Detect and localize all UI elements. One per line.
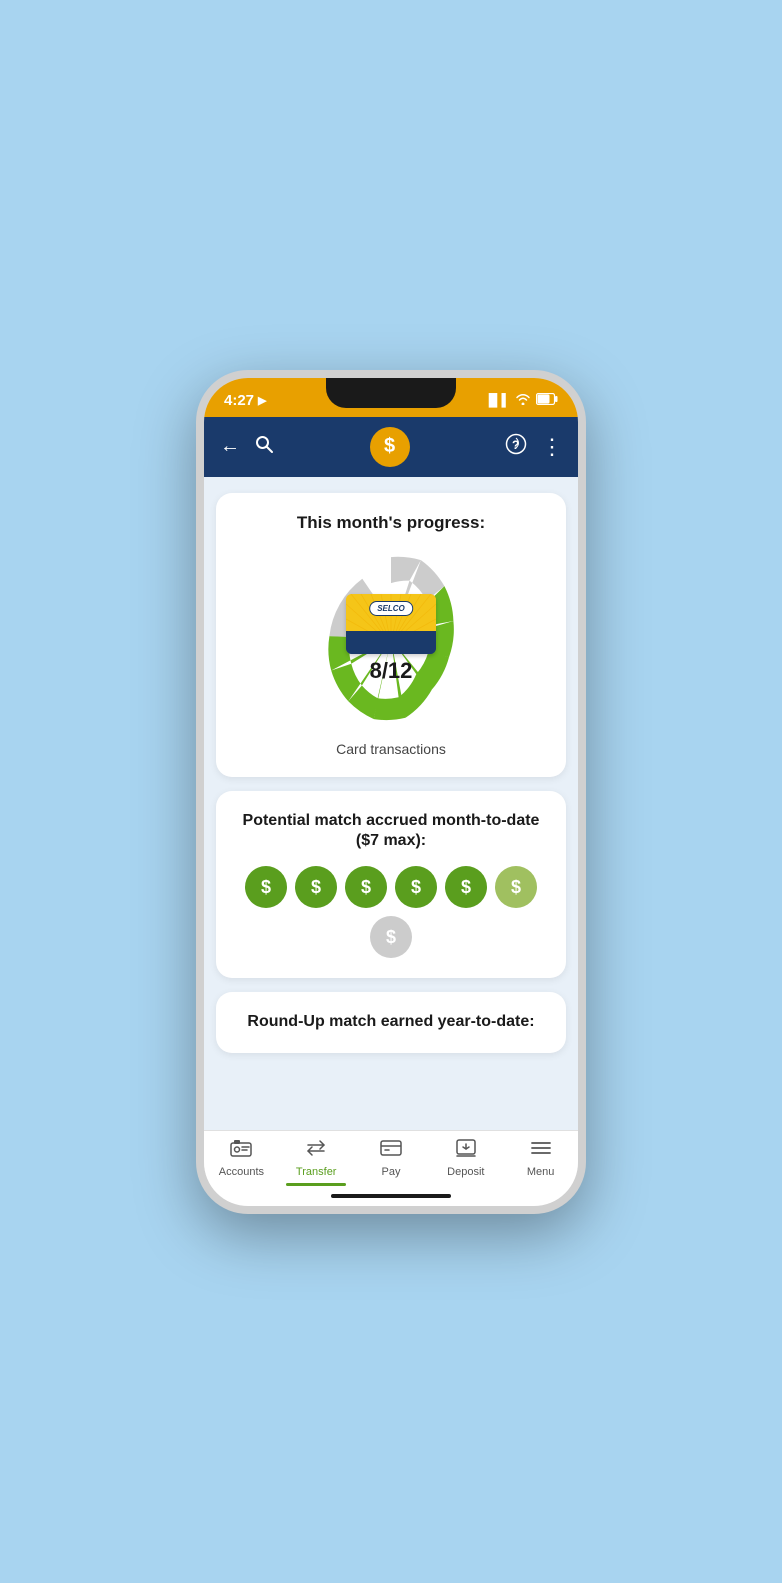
roundup-card-title: Round-Up match earned year-to-date:: [232, 1012, 550, 1033]
tab-deposit[interactable]: Deposit: [428, 1139, 503, 1182]
time-display: 4:27: [224, 392, 254, 409]
dollar-icon-1: $: [245, 866, 287, 908]
bottom-nav: Accounts Transfer Pay: [204, 1130, 578, 1186]
dollar-icon-5: $: [445, 866, 487, 908]
deposit-icon: [455, 1139, 477, 1163]
tab-transfer[interactable]: Transfer: [279, 1139, 354, 1182]
search-button[interactable]: [254, 434, 274, 460]
pay-icon: [380, 1139, 402, 1163]
match-card: Potential match accrued month-to-date ($…: [216, 791, 566, 979]
nav-bar: ← $ ? ⋮: [204, 417, 578, 477]
tab-accounts[interactable]: Accounts: [204, 1139, 279, 1182]
battery-icon: [536, 393, 558, 408]
tab-pay[interactable]: Pay: [354, 1139, 429, 1182]
progress-card-title: This month's progress:: [232, 513, 550, 533]
tab-menu[interactable]: Menu: [503, 1139, 578, 1182]
help-button[interactable]: ?: [505, 433, 527, 461]
menu-label: Menu: [527, 1166, 555, 1178]
selco-name: SELCO: [377, 604, 405, 613]
nav-left: ←: [220, 434, 274, 460]
dollar-icon-6: $: [495, 866, 537, 908]
selco-bottom: [346, 631, 436, 654]
dollar-icon-4: $: [395, 866, 437, 908]
content-area: This month's progress: /* inline compute…: [204, 477, 578, 1130]
status-icons: ▐▌▌: [484, 393, 558, 408]
deposit-label: Deposit: [447, 1166, 484, 1178]
selco-badge: SELCO: [369, 601, 413, 616]
donut-container: /* inline computed */: [232, 549, 550, 729]
roundup-card: Round-Up match earned year-to-date:: [216, 992, 566, 1053]
menu-icon: [530, 1139, 552, 1163]
status-time: 4:27 ▶: [224, 392, 267, 409]
match-card-title: Potential match accrued month-to-date ($…: [232, 811, 550, 853]
progress-count: 8/12: [370, 658, 413, 684]
notch: [326, 378, 456, 408]
donut-center: SELCO 8/12: [346, 594, 436, 684]
location-icon: ▶: [258, 394, 266, 407]
accounts-label: Accounts: [219, 1166, 264, 1178]
dollar-icon-2: $: [295, 866, 337, 908]
home-indicator: [204, 1186, 578, 1206]
dollar-icon-7: $: [370, 916, 412, 958]
nav-right: ? ⋮: [505, 433, 562, 461]
home-indicator-bar: [331, 1194, 451, 1198]
phone-frame: 4:27 ▶ ▐▌▌ ←: [196, 370, 586, 1214]
dollar-icon-3: $: [345, 866, 387, 908]
progress-subtitle: Card transactions: [232, 741, 550, 757]
more-button[interactable]: ⋮: [541, 434, 562, 460]
selco-card: SELCO: [346, 594, 436, 654]
transfer-icon: [305, 1139, 327, 1163]
wifi-icon: [515, 393, 531, 408]
app-logo: $: [370, 427, 410, 467]
back-button[interactable]: ←: [220, 435, 240, 458]
transfer-label: Transfer: [296, 1166, 337, 1178]
accounts-icon: [230, 1139, 252, 1163]
logo-symbol: $: [384, 435, 395, 458]
dollar-icons-row: $ $ $ $ $ $ $: [232, 866, 550, 958]
progress-card: This month's progress: /* inline compute…: [216, 493, 566, 777]
signal-icon: ▐▌▌: [484, 393, 510, 407]
pay-label: Pay: [382, 1166, 401, 1178]
